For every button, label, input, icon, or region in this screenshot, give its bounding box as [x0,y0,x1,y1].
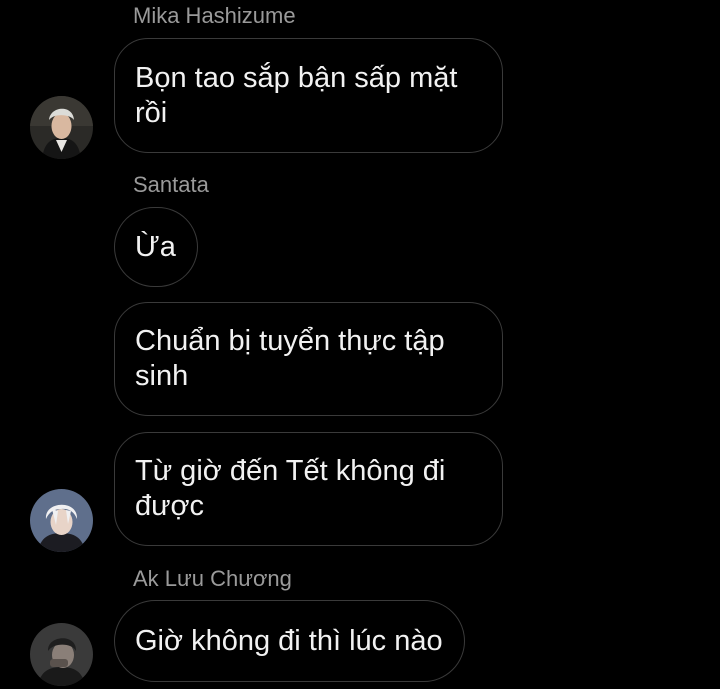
user-avatar-icon[interactable] [30,489,93,552]
message-bubble[interactable]: Từ giờ đến Tết không đi được [114,432,503,546]
user-avatar-icon[interactable] [30,96,93,159]
message-bubble[interactable]: Bọn tao sắp bận sấp mặt rồi [114,38,503,153]
message-bubble[interactable]: Giờ không đi thì lúc nào [114,600,465,682]
message-text: Giờ không đi thì lúc nào [135,624,443,657]
message-text: Từ giờ đến Tết không đi được [135,455,446,522]
message-text: Chuẩn bị tuyển thực tập sinh [135,325,445,392]
message-text: Bọn tao sắp bận sấp mặt rồi [135,61,458,129]
message-bubble[interactable]: Chuẩn bị tuyển thực tập sinh [114,302,503,416]
sender-name: Mika Hashizume [133,3,296,28]
sender-name: Ak Lưu Chương [133,566,292,591]
message-bubble[interactable]: Ừa [114,207,198,287]
sender-name: Santata [133,172,209,197]
message-text: Ừa [135,230,176,263]
user-avatar-icon[interactable] [30,623,93,686]
